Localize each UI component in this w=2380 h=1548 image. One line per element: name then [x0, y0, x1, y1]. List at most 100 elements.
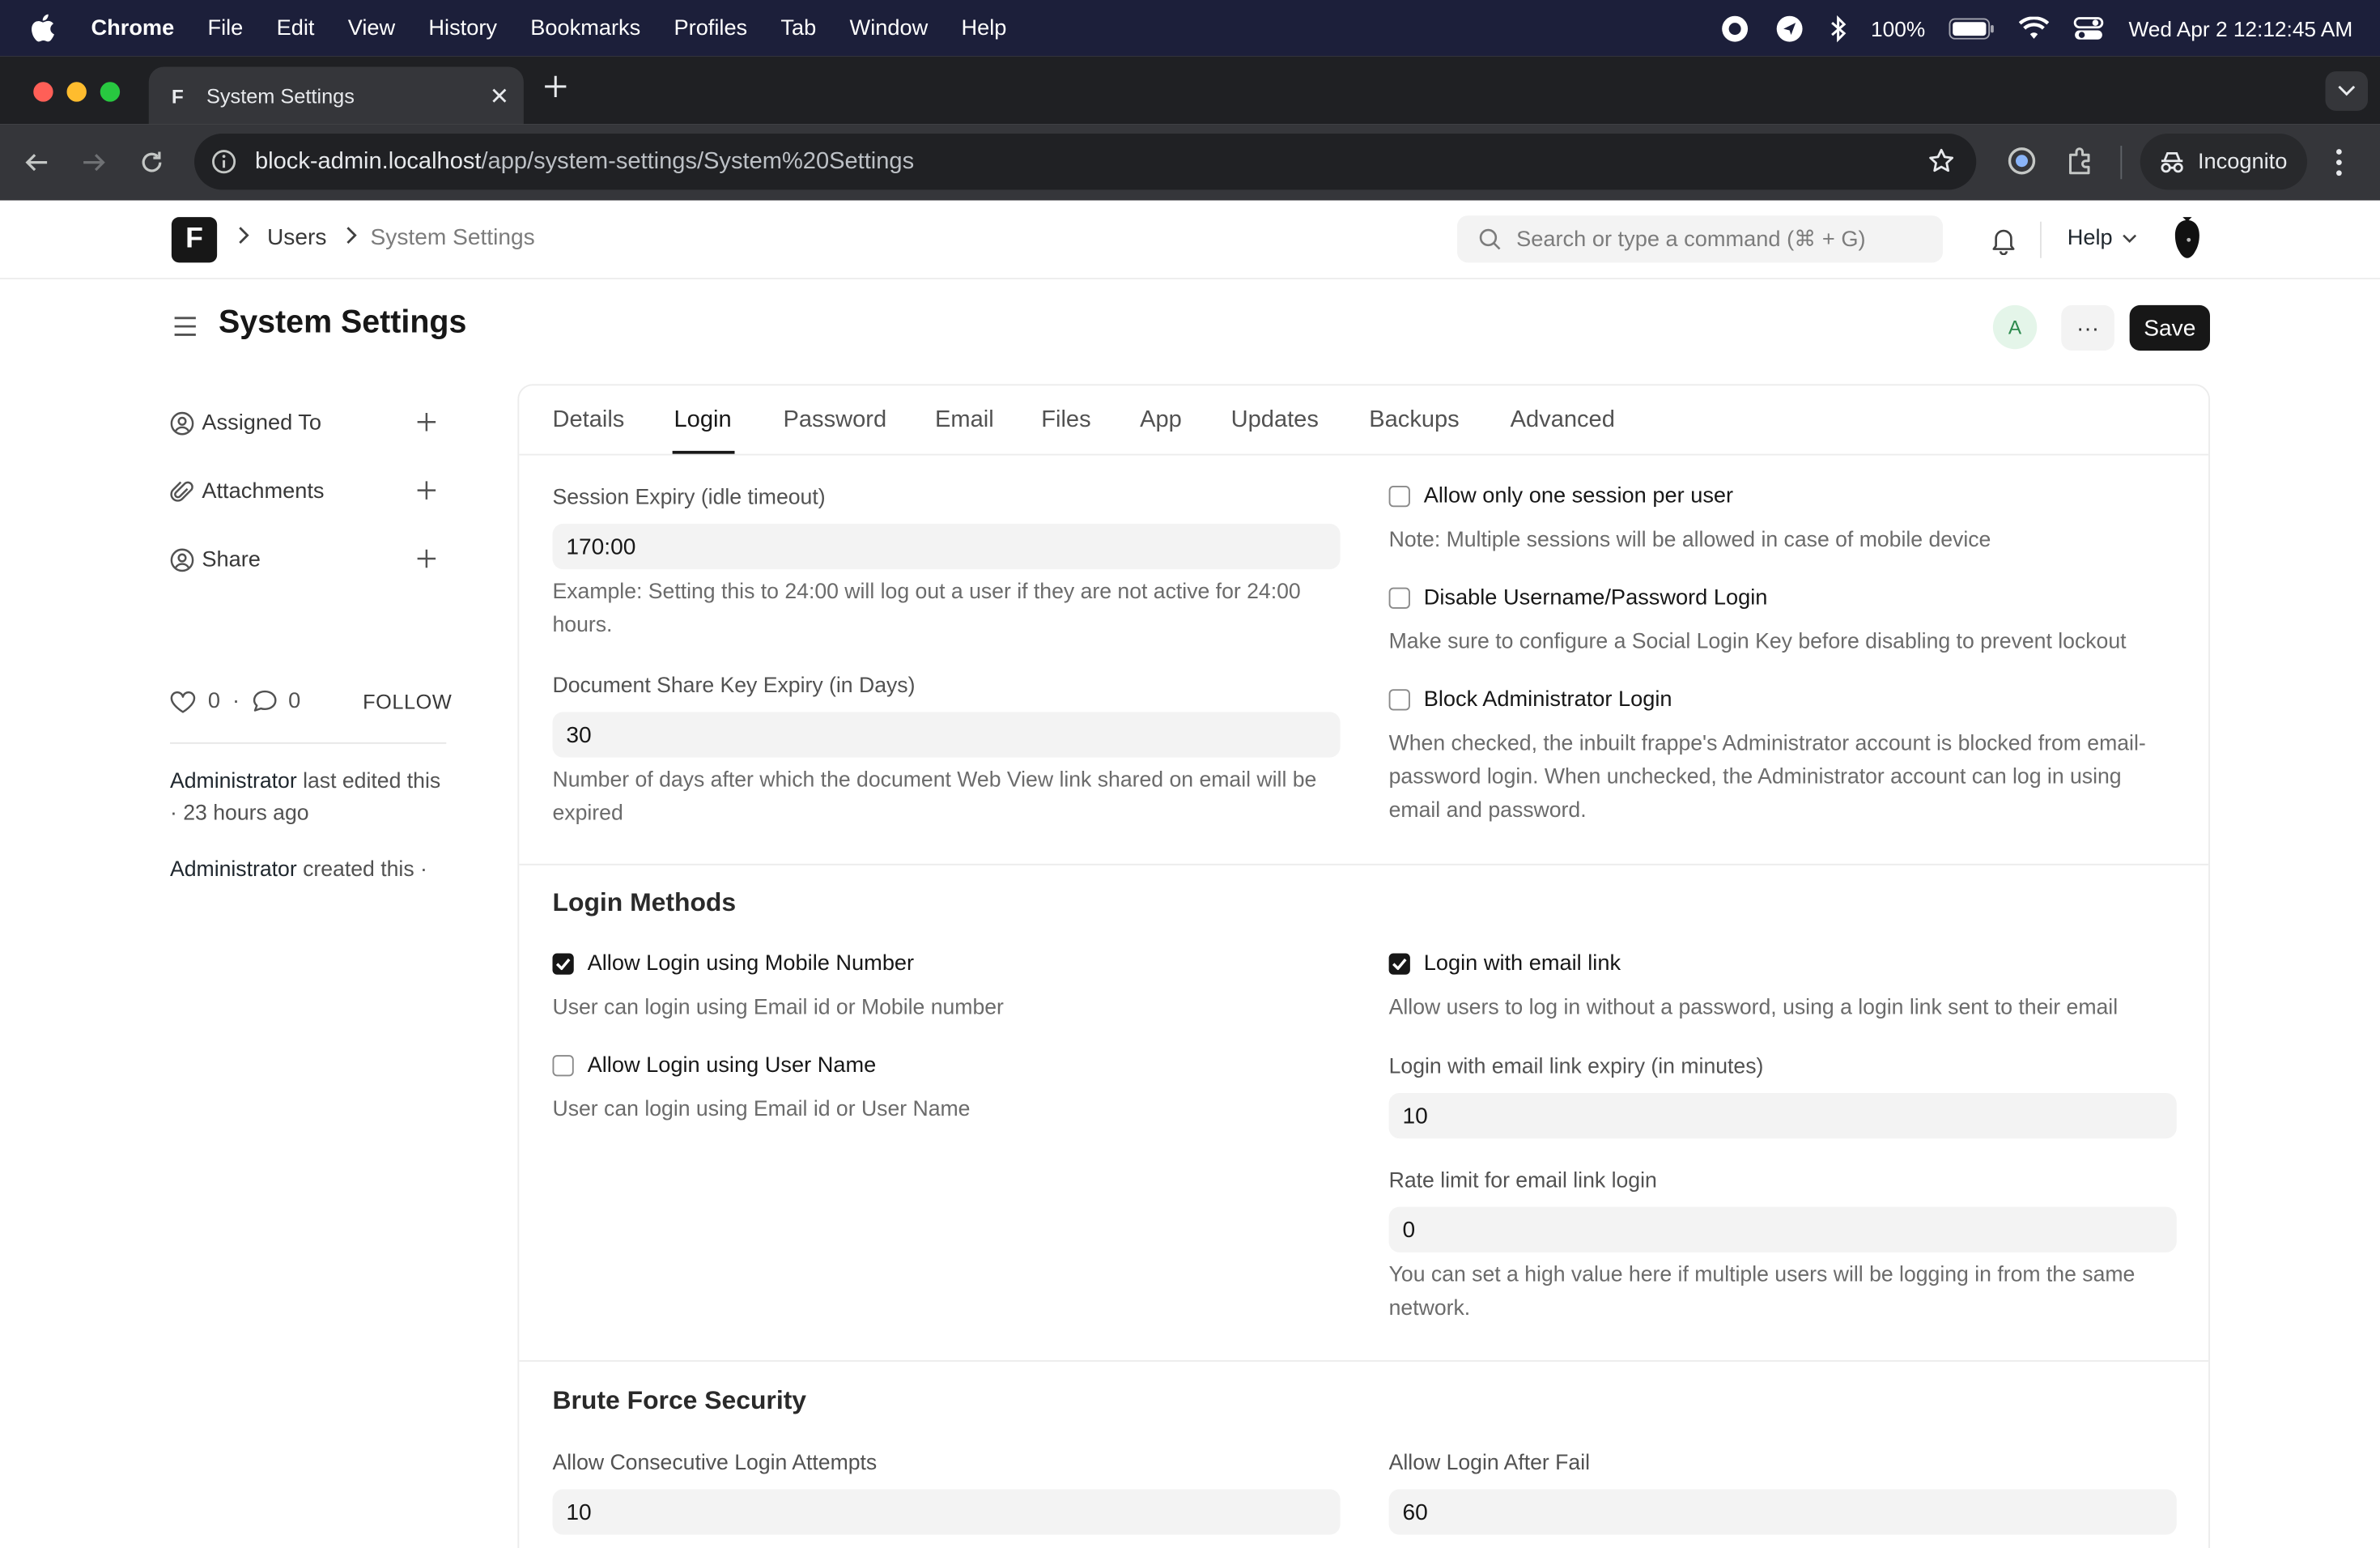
bluetooth-icon[interactable]	[1829, 14, 1847, 42]
close-window-button[interactable]	[33, 82, 53, 102]
like-heart-icon[interactable]	[170, 690, 196, 712]
awesomebar-search-input[interactable]: Search or type a command (⌘ + G)	[1457, 215, 1943, 263]
mobile-login-description: User can login using Email id or Mobile …	[552, 996, 1004, 1020]
share-key-expiry-input[interactable]: 30	[552, 712, 1341, 758]
menu-history[interactable]: History	[428, 16, 497, 40]
checkbox-checked[interactable]	[552, 953, 574, 975]
menu-file[interactable]: File	[207, 16, 243, 40]
close-tab-icon[interactable]	[491, 87, 509, 105]
bookmark-star-icon[interactable]	[1927, 147, 1955, 175]
add-attachment-icon[interactable]	[416, 480, 437, 501]
checkbox-checked[interactable]	[1388, 953, 1410, 975]
username-login-checkbox[interactable]: Allow Login using User Name	[552, 1053, 876, 1078]
tab-backups[interactable]: Backups	[1369, 407, 1459, 435]
one-session-checkbox[interactable]: Allow only one session per user	[1388, 484, 1733, 508]
menu-tab[interactable]: Tab	[780, 16, 816, 40]
tab-details[interactable]: Details	[553, 407, 625, 435]
edited-user-link[interactable]: Administrator	[170, 770, 297, 794]
add-share-icon[interactable]	[416, 548, 437, 569]
location-arrow-icon[interactable]	[1774, 13, 1804, 44]
wifi-icon[interactable]	[2019, 15, 2050, 40]
menu-bookmarks[interactable]: Bookmarks	[530, 16, 640, 40]
sidebar-toggle-icon[interactable]	[172, 313, 199, 340]
reload-icon[interactable]	[134, 144, 170, 181]
menu-profiles[interactable]: Profiles	[674, 16, 748, 40]
battery-icon[interactable]	[1949, 17, 1995, 39]
zoom-window-button[interactable]	[100, 82, 121, 102]
menubar-clock[interactable]: Wed Apr 2 12:12:45 AM	[2128, 16, 2352, 40]
menu-window[interactable]: Window	[850, 16, 929, 40]
new-tab-icon[interactable]	[543, 74, 567, 99]
site-info-icon[interactable]	[210, 148, 237, 176]
checkbox-box[interactable]	[1388, 486, 1410, 508]
menu-help[interactable]: Help	[961, 16, 1006, 40]
breadcrumb-users[interactable]: Users	[267, 225, 326, 251]
tab-advanced[interactable]: Advanced	[1511, 407, 1615, 435]
help-label: Help	[2067, 226, 2113, 251]
checkbox-box[interactable]	[1388, 689, 1410, 711]
minimize-window-button[interactable]	[66, 82, 87, 102]
control-center-icon[interactable]	[2074, 15, 2105, 42]
frappe-favicon-icon: F	[171, 84, 184, 108]
tab-app[interactable]: App	[1140, 407, 1182, 435]
window-controls	[33, 82, 121, 102]
search-icon	[1479, 228, 1501, 250]
checkbox-label: Block Administrator Login	[1423, 687, 1672, 712]
address-bar[interactable]: block-admin.localhost/app/system-setting…	[194, 134, 1977, 190]
tab-email[interactable]: Email	[935, 407, 994, 435]
extensions-puzzle-icon[interactable]	[2066, 146, 2097, 176]
created-user-link[interactable]: Administrator	[170, 857, 297, 882]
assigned-user-avatar[interactable]: A	[1992, 304, 2038, 350]
browser-toolbar: block-admin.localhost/app/system-setting…	[0, 124, 2380, 201]
block-admin-checkbox[interactable]: Block Administrator Login	[1388, 687, 1672, 712]
email-link-login-checkbox[interactable]: Login with email link	[1388, 952, 1621, 976]
frappe-logo[interactable]: F	[171, 217, 218, 263]
sidebar-item-share[interactable]: Share	[170, 548, 437, 572]
tab-search-icon[interactable]	[2325, 71, 2368, 111]
sidebar-item-label: Attachments	[202, 479, 325, 504]
notification-bell-icon[interactable]	[1990, 226, 2017, 255]
menubar-status-area: 100% Wed Apr 2 12:12:45 AM	[1719, 0, 2352, 56]
checkbox-box[interactable]	[1388, 587, 1410, 609]
comment-icon[interactable]	[252, 689, 278, 713]
session-expiry-input[interactable]: 170:00	[552, 523, 1341, 570]
menu-edit[interactable]: Edit	[277, 16, 315, 40]
user-avatar[interactable]	[2168, 214, 2208, 266]
save-button[interactable]: Save	[2129, 304, 2210, 351]
forward-arrow-icon[interactable]	[76, 144, 113, 181]
login-after-fail-input[interactable]: 60	[1388, 1489, 2177, 1535]
tab-files[interactable]: Files	[1041, 407, 1090, 435]
sidebar-item-label: Assigned To	[202, 411, 322, 436]
disable-userpass-checkbox[interactable]: Disable Username/Password Login	[1388, 586, 1767, 610]
email-link-expiry-input[interactable]: 10	[1388, 1093, 2177, 1139]
rate-limit-input[interactable]: 0	[1388, 1206, 2177, 1252]
focus-icon[interactable]	[1719, 13, 1750, 44]
share-icon	[170, 548, 194, 572]
breadcrumb-system-settings[interactable]: System Settings	[371, 225, 535, 251]
battery-percent: 100%	[1871, 15, 1926, 40]
help-dropdown[interactable]: Help	[2068, 226, 2137, 250]
login-attempts-input[interactable]: 10	[552, 1489, 1341, 1535]
password-manager-icon[interactable]	[2007, 146, 2038, 176]
follow-button[interactable]: FOLLOW	[363, 691, 452, 713]
menu-app-name[interactable]: Chrome	[91, 16, 175, 40]
browser-tab-active[interactable]: F System Settings	[148, 66, 524, 125]
menu-view[interactable]: View	[348, 16, 395, 40]
apple-icon[interactable]	[31, 14, 58, 43]
share-key-expiry-description: Number of days after which the document …	[552, 768, 1317, 826]
sidebar-item-attachments[interactable]: Attachments	[170, 480, 437, 504]
more-actions-button[interactable]: ···	[2061, 304, 2114, 351]
back-arrow-icon[interactable]	[19, 144, 55, 181]
navbar-divider	[2040, 221, 2042, 258]
tab-login[interactable]: Login	[674, 407, 732, 435]
add-assignee-icon[interactable]	[416, 411, 437, 432]
mobile-login-checkbox[interactable]: Allow Login using Mobile Number	[552, 952, 914, 976]
sidebar-item-assigned-to[interactable]: Assigned To	[170, 411, 437, 436]
tab-password[interactable]: Password	[784, 407, 887, 435]
sidebar-divider	[170, 742, 447, 744]
checkbox-box[interactable]	[552, 1055, 574, 1077]
chrome-menu-icon[interactable]	[2335, 147, 2344, 178]
incognito-badge[interactable]: Incognito	[2140, 134, 2307, 190]
tab-updates[interactable]: Updates	[1231, 407, 1319, 435]
search-placeholder: Search or type a command (⌘ + G)	[1516, 227, 1866, 252]
